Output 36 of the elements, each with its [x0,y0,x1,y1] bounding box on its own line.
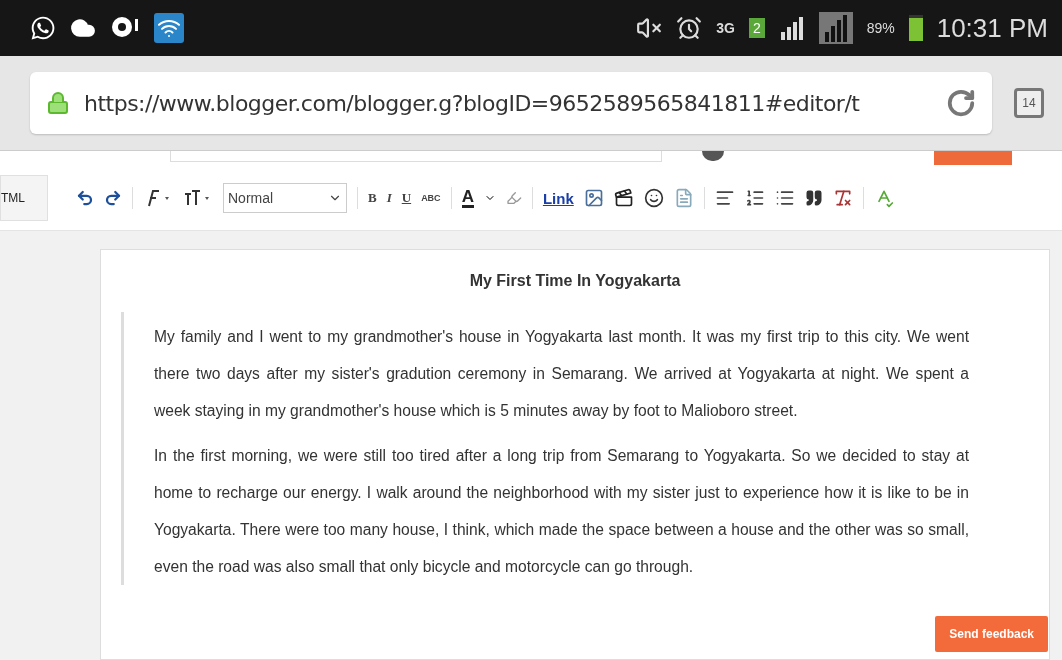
post-title: My First Time In Yogyakarta [468,272,682,290]
network-type: 3G [716,20,735,36]
signal-icon[interactable] [778,16,805,40]
wifi-icon[interactable] [154,13,184,43]
strikethrough-button[interactable]: ABC [421,193,441,203]
link-button[interactable]: Link [542,189,574,207]
image-icon[interactable] [583,188,604,208]
align-icon[interactable] [714,188,735,208]
address-bar[interactable]: https://www.blogger.com/blogger.g?blogID=9652589565841811#editor/t [30,72,992,134]
underline-button[interactable]: U [401,190,412,206]
text-color-button[interactable]: A [461,188,474,208]
highlighter-icon[interactable] [505,190,522,206]
style-select[interactable]: Normal [223,183,347,213]
video-icon[interactable] [613,188,634,208]
html-tab[interactable]: TML [0,175,48,221]
alarm-icon[interactable] [676,15,703,41]
title-field[interactable] [170,151,662,162]
quote-icon[interactable] [804,189,823,207]
paragraph: In the first morning, we were still too tired after a long trip from Semarang to Yogyakarta. So we decided to stay at home to recharge our energy. I walk around the neighborhood with my sister just to experience how it is like to be in Yogyakarta. There were too many house, I think, which made the space between a house and the other was so small, even the road was also small that only bicycle and motorcycle can go through. [154,446,969,577]
chat-icon[interactable] [30,15,56,41]
sim-indicator: 2 [748,18,765,38]
mute-icon[interactable] [636,15,663,41]
battery-icon [908,15,923,41]
battery-percentage: 89% [866,20,895,36]
tab-count-button[interactable]: 14 [1014,88,1044,118]
numbered-list-icon[interactable] [744,188,765,208]
paragraph: My family and I went to my grandmother's house in Yogyakarta last month. It was my first trip to this city. We went there two days after my sister's gradution ceremony in Semarang. We arrived at Yogyakarta at night. We spent a week staying in my grandmother's house which is 5 minutes away by foot to Malioboro street. [154,327,969,421]
undo-icon[interactable] [76,189,94,207]
italic-button[interactable]: I [386,190,392,206]
reload-icon[interactable] [946,88,976,118]
bold-button[interactable]: B [368,190,377,206]
clock-time: 10:31 PM [936,12,1048,44]
redo-icon[interactable] [104,189,122,207]
emoji-icon[interactable] [643,188,664,208]
post-editor[interactable] [100,249,1050,660]
bullet-list-icon[interactable] [774,188,795,208]
